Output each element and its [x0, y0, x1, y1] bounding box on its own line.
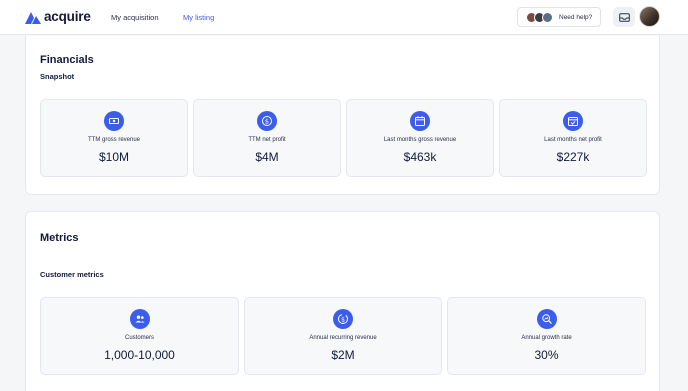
nav-my-listing[interactable]: My listing	[183, 13, 214, 22]
financials-card: Financials Snapshot TTM gross revenue $1…	[25, 36, 660, 195]
stat-label: TTM gross revenue	[87, 137, 141, 143]
growth-search-icon	[536, 309, 557, 329]
metrics-card: Metrics Customer metrics Customers 1,000…	[25, 211, 660, 391]
dollar-coin-icon: $	[257, 111, 277, 131]
stat-value: $2M	[331, 348, 355, 362]
inbox-icon	[618, 12, 630, 22]
stat-customers: Customers 1,000-10,000	[40, 297, 239, 375]
need-help-button[interactable]: Need help?	[517, 7, 601, 27]
metrics-subtitle: Customer metrics	[40, 270, 104, 279]
stat-value: 1,000-10,000	[104, 348, 175, 362]
stat-last-months-net-profit: Last months net profit $227k	[499, 99, 647, 177]
financials-title: Financials	[40, 54, 94, 66]
stat-value: $463k	[403, 150, 437, 164]
support-avatars	[526, 11, 553, 23]
acquire-logo-icon	[25, 11, 41, 24]
calendar-money-icon	[410, 111, 430, 131]
acquire-logo[interactable]: acquire	[25, 10, 91, 24]
stat-ttm-gross-revenue: TTM gross revenue $10M	[40, 99, 188, 177]
stat-value: $4M	[255, 150, 279, 164]
stat-last-months-gross-revenue: Last months gross revenue $463k	[346, 99, 494, 177]
stat-value: 30%	[534, 348, 559, 362]
calendar-check-icon	[563, 111, 583, 131]
svg-text:$: $	[265, 117, 269, 125]
stat-label: Last months net profit	[544, 137, 602, 143]
stat-label: Annual recurring revenue	[309, 335, 377, 341]
nav-my-acquisition[interactable]: My acquisition	[111, 13, 159, 22]
need-help-label: Need help?	[559, 13, 593, 21]
recurring-revenue-icon: $	[333, 309, 353, 329]
inbox-button[interactable]	[613, 7, 635, 27]
stat-value: $10M	[98, 150, 130, 164]
svg-text:$: $	[341, 316, 345, 323]
stat-label: Annual growth rate	[521, 335, 572, 341]
stat-annual-recurring-revenue: $ Annual recurring revenue $2M	[244, 297, 442, 375]
metrics-title: Metrics	[40, 232, 79, 244]
users-icon	[129, 309, 150, 329]
logo-text: acquire	[44, 9, 91, 24]
stat-annual-growth-rate: Annual growth rate 30%	[447, 297, 646, 375]
financials-subtitle: Snapshot	[40, 72, 75, 81]
stat-label: Last months gross revenue	[383, 137, 457, 143]
money-icon	[104, 111, 124, 131]
stat-ttm-net-profit: $ TTM net profit $4M	[193, 99, 341, 177]
stat-value: $227k	[556, 150, 590, 164]
support-avatar	[542, 11, 553, 23]
user-avatar[interactable]	[639, 6, 660, 27]
top-navigation-bar: acquire My acquisition My listing Need h…	[0, 0, 688, 35]
stat-label: Customers	[124, 335, 154, 341]
stat-label: TTM net profit	[248, 137, 286, 143]
